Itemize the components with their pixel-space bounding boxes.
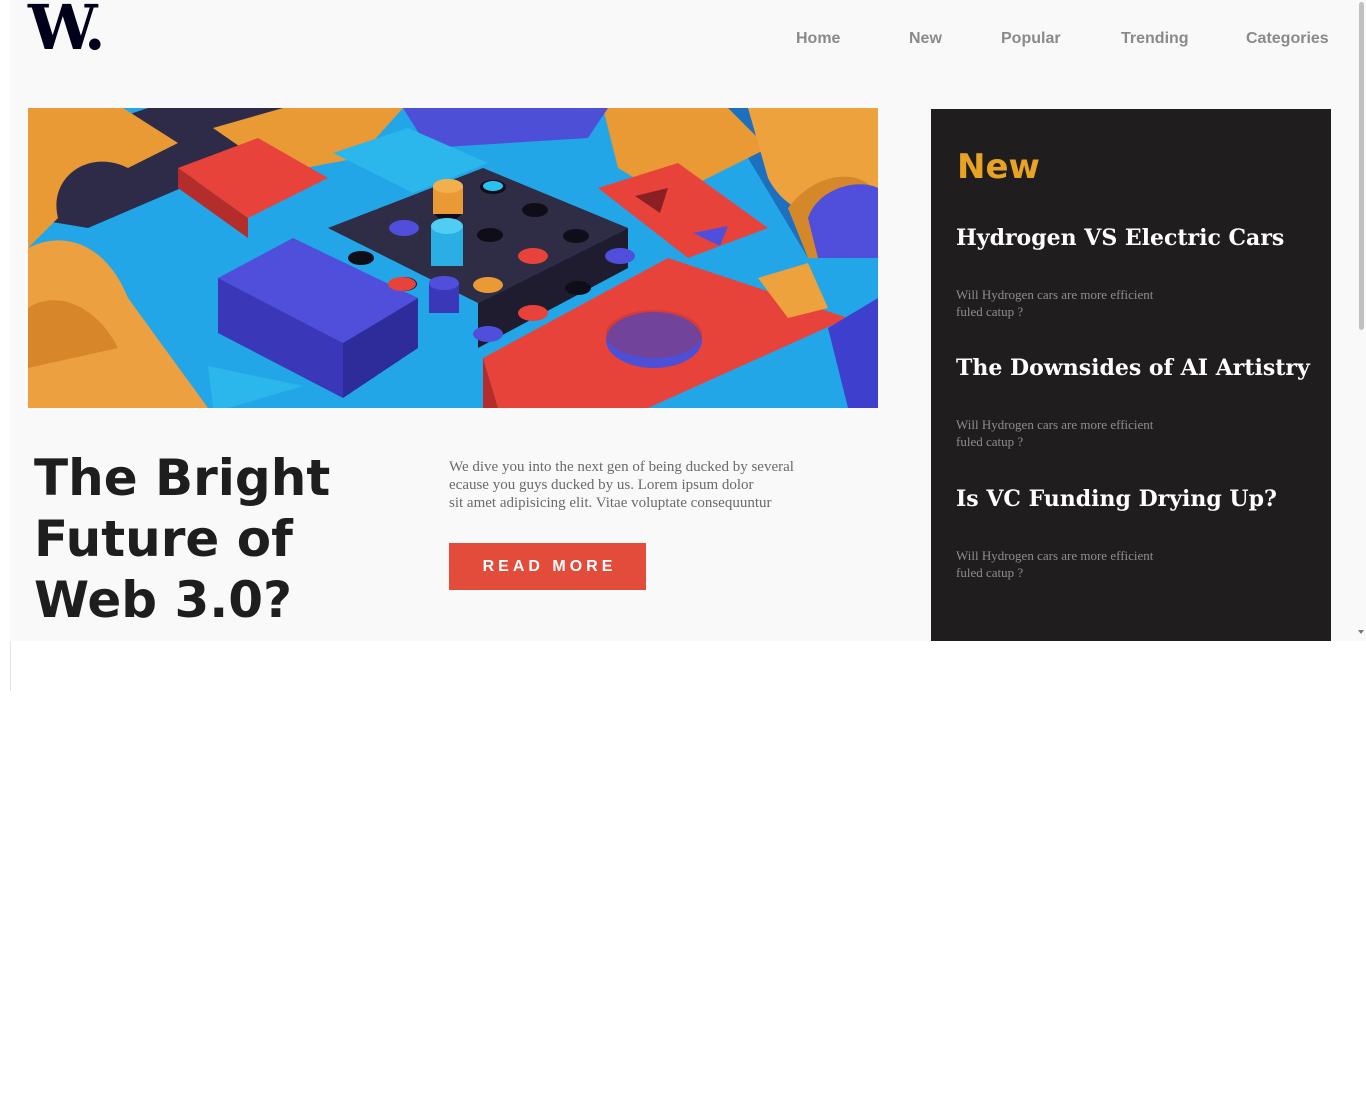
story-desc-3: Will Hydrogen cars are more efficient fu…: [956, 547, 1216, 581]
hero-headline-line-3: Web 3.0?: [34, 571, 293, 629]
scroll-down-arrow-icon[interactable]: [1358, 630, 1364, 634]
story-desc-2: Will Hydrogen cars are more efficient fu…: [956, 416, 1216, 450]
page-container: W. Home New Popular Trending Categories: [10, 0, 1356, 641]
story-title-3[interactable]: Is VC Funding Drying Up?: [956, 484, 1277, 514]
nav-popular[interactable]: Popular: [1001, 30, 1061, 52]
story-title-2[interactable]: The Downsides of AI Artistry: [956, 353, 1310, 383]
hero-intro: We dive you into the next gen of being d…: [449, 458, 849, 512]
new-panel-title: New: [957, 147, 1040, 187]
story-title-1[interactable]: Hydrogen VS Electric Cars: [956, 223, 1284, 253]
hero-headline-line-2: Future of: [34, 510, 293, 568]
story-desc-3-line-2: fuled catup ?: [956, 565, 1024, 580]
scrollbar-thumb[interactable]: [1359, 2, 1364, 330]
story-desc-1: Will Hydrogen cars are more efficient fu…: [956, 286, 1216, 320]
hero-image: [28, 108, 878, 408]
nav-home[interactable]: Home: [796, 30, 840, 52]
vertical-scrollbar[interactable]: [1356, 0, 1366, 641]
nav-trending[interactable]: Trending: [1121, 30, 1189, 52]
story-desc-1-line-2: fuled catup ?: [956, 304, 1024, 319]
nav-categories[interactable]: Categories: [1246, 30, 1329, 52]
divider-line: [10, 641, 11, 691]
new-stories-panel: New Hydrogen VS Electric Cars Will Hydro…: [931, 109, 1331, 641]
story-desc-2-line-2: fuled catup ?: [956, 434, 1024, 449]
hero-intro-line-1: We dive you into the next gen of being d…: [449, 459, 794, 475]
story-desc-3-line-1: Will Hydrogen cars are more efficient: [956, 548, 1154, 563]
hero-headline: The Bright Future of Web 3.0?: [34, 448, 394, 631]
hero-intro-line-3: sit amet adipisicing elit. Vitae volupta…: [449, 495, 772, 511]
read-more-button[interactable]: READ MORE: [449, 543, 646, 590]
nav-new[interactable]: New: [909, 30, 942, 52]
story-desc-1-line-1: Will Hydrogen cars are more efficient: [956, 287, 1154, 302]
story-desc-2-line-1: Will Hydrogen cars are more efficient: [956, 417, 1154, 432]
hero-headline-line-1: The Bright: [34, 449, 331, 507]
brand-logo[interactable]: W.: [28, 0, 110, 59]
hero-intro-line-2: ecause you guys ducked by us. Lorem ipsu…: [449, 477, 754, 493]
